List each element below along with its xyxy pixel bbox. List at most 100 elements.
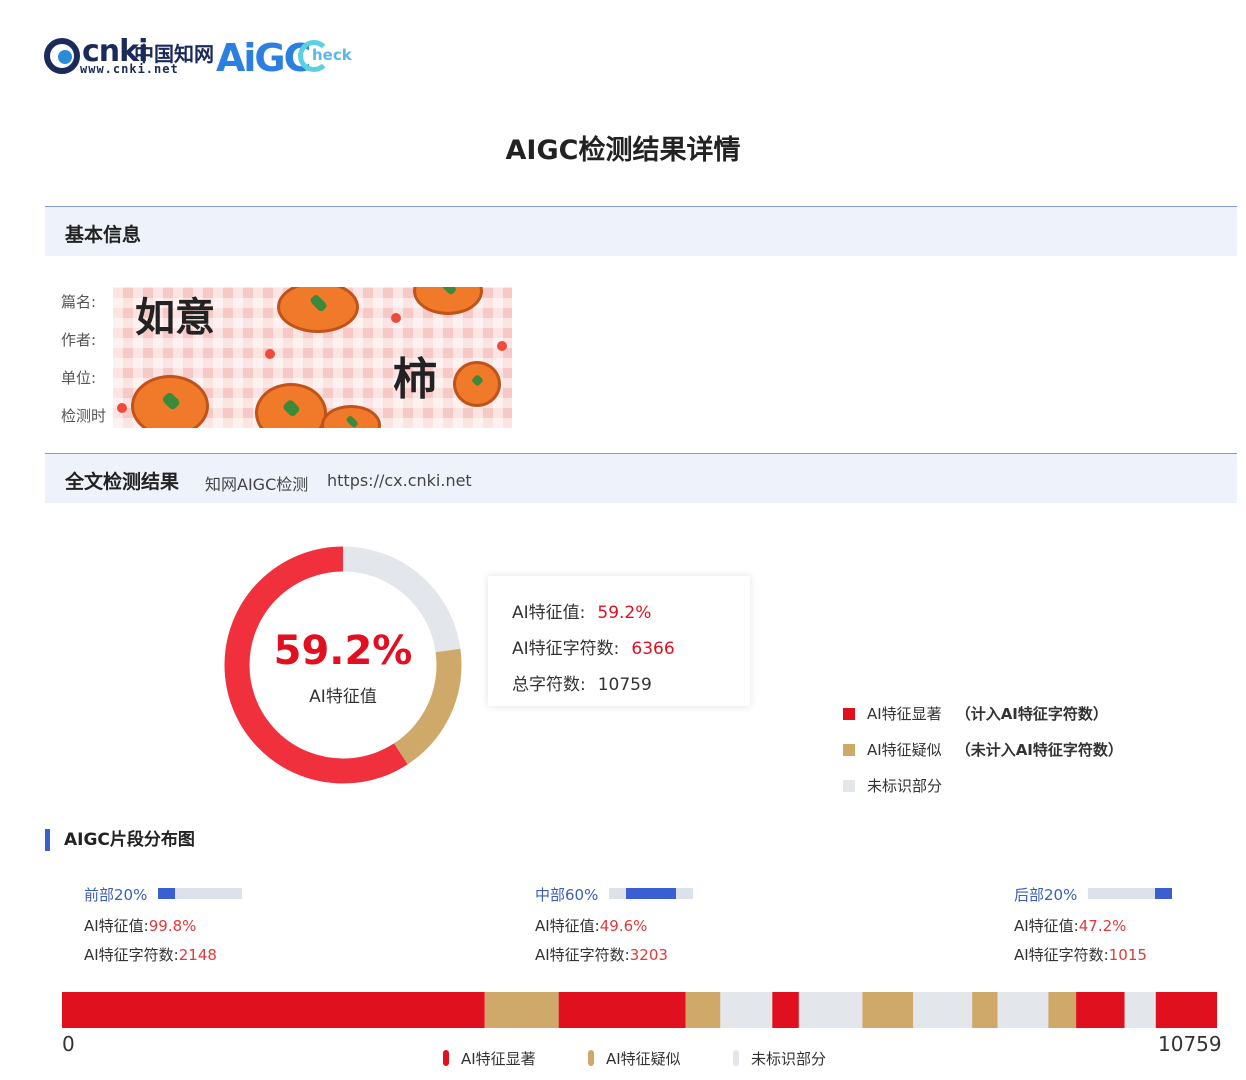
segment-position-fill: [158, 888, 175, 899]
strip-block-suspected: [862, 992, 914, 1028]
strip-block-significant: [558, 992, 686, 1028]
segment-ai-chars: 1015: [1108, 946, 1147, 964]
ai-value-row: AI特征值: 59.2%: [512, 598, 651, 623]
total-chars-row: 总字符数: 10759: [512, 670, 652, 695]
ai-value-label: AI特征值:: [512, 603, 586, 623]
cnki-url-text: www.cnki.net: [80, 62, 179, 76]
strip-block-suspected: [1048, 992, 1077, 1028]
persimmon-icon: [255, 383, 327, 428]
strip-block-suspected: [972, 992, 998, 1028]
legend-item-significant: AI特征显著 （计入AI特征字符数）: [843, 703, 1108, 724]
aigc-segment-strip: [62, 992, 1217, 1028]
ai-chars-row: AI特征字符数: 6366: [512, 634, 675, 659]
service-name: 知网AIGC检测: [205, 475, 309, 494]
segment-ai-value-label: AI特征值:: [535, 917, 600, 935]
cnki-globe-icon: [44, 38, 80, 74]
segment-name: 前部20%: [84, 886, 148, 904]
segment-name: 后部20%: [1014, 886, 1078, 904]
persimmon-icon: [277, 287, 359, 333]
segment-ai-value-row: AI特征值:47.2%: [1014, 915, 1126, 936]
summary-card: AI特征值: 59.2% AI特征字符数: 6366 总字符数: 10759: [488, 576, 750, 706]
segment-position-bar: [1088, 888, 1172, 899]
author-label: 作者:: [61, 331, 97, 349]
distribution-title: AIGC片段分布图: [45, 829, 195, 851]
legend-item-suspected: AI特征疑似 （未计入AI特征字符数）: [843, 739, 1123, 760]
aigc-logo-letters: AiGC: [216, 36, 312, 80]
strip-start-label: 0: [62, 1032, 75, 1056]
strip-legend-unmarked: 未标识部分: [733, 1048, 826, 1069]
segment-position-fill: [625, 888, 677, 899]
segment-ai-chars: 2148: [178, 946, 217, 964]
title-label: 篇名:: [61, 293, 97, 311]
persimmon-sticker-image: 如意 柿: [113, 287, 512, 428]
strip-legend-suspected: AI特征疑似: [588, 1048, 681, 1069]
legend-swatch-unmarked: [843, 780, 855, 792]
segment-ai-value-label: AI特征值:: [1014, 917, 1079, 935]
basic-info-section-bar: 基本信息: [45, 206, 1237, 256]
strip-end-label: 10759: [1158, 1032, 1222, 1056]
segment-ai-chars-label: AI特征字符数:: [535, 946, 630, 964]
strip-legend-label: AI特征疑似: [606, 1050, 681, 1068]
strip-legend-label: AI特征显著: [461, 1050, 536, 1068]
strip-legend-label: 未标识部分: [751, 1050, 827, 1068]
sticker-text-shi: 柿: [393, 354, 437, 405]
segment-ai-value: 49.6%: [599, 917, 648, 935]
sticker-dot: [117, 403, 127, 413]
segment-ai-chars-row: AI特征字符数:2148: [84, 944, 217, 965]
ai-chars-label: AI特征字符数:: [512, 639, 620, 659]
strip-block-suspected: [484, 992, 559, 1028]
strip-legend-mark-suspected: [588, 1050, 594, 1066]
total-chars-label: 总字符数:: [512, 675, 586, 695]
ai-chars-value: 6366: [631, 639, 675, 659]
segment-position-bar: [609, 888, 693, 899]
segment-ai-chars-row: AI特征字符数:1015: [1014, 944, 1147, 965]
strip-block-significant: [1076, 992, 1125, 1028]
strip-block-unmarked: [997, 992, 1049, 1028]
service-url-link[interactable]: https://cx.cnki.net: [327, 471, 472, 490]
strip-legend-mark-significant: [443, 1050, 449, 1066]
full-result-title: 全文检测结果: [65, 471, 180, 493]
strip-block-significant: [772, 992, 799, 1028]
segment-position-bar: [158, 888, 242, 899]
sticker-text-ruyi: 如意: [135, 294, 215, 341]
segment-ai-value-row: AI特征值:99.8%: [84, 915, 196, 936]
persimmon-icon: [413, 287, 483, 315]
check-time-label: 检测时: [61, 407, 107, 425]
donut-center-value: 59.2%: [273, 628, 413, 674]
ai-value: 59.2%: [597, 603, 652, 623]
segment-ai-value-row: AI特征值:49.6%: [535, 915, 647, 936]
legend-swatch-suspected: [843, 744, 855, 756]
segment-ai-chars-row: AI特征字符数:3203: [535, 944, 668, 965]
strip-legend-mark-unmarked: [733, 1050, 739, 1066]
strip-block-unmarked: [720, 992, 773, 1028]
segment-position-fill: [1155, 888, 1172, 899]
sticker-dot: [391, 313, 401, 323]
segment-name: 中部60%: [535, 886, 599, 904]
sticker-dot: [265, 349, 275, 359]
segment-ai-value: 47.2%: [1078, 917, 1127, 935]
segment-ai-chars-label: AI特征字符数:: [84, 946, 179, 964]
strip-block-significant: [62, 992, 485, 1028]
persimmon-icon: [453, 361, 501, 407]
legend-label: AI特征显著: [867, 705, 942, 723]
legend-label: AI特征疑似: [867, 741, 942, 759]
sticker-dot: [497, 341, 507, 351]
segment-ai-value: 99.8%: [148, 917, 197, 935]
segment-ai-chars: 3203: [629, 946, 668, 964]
aigc-logo-text: AiGC: [216, 36, 312, 80]
basic-info-title: 基本信息: [65, 224, 142, 246]
segment-ai-chars-label: AI特征字符数:: [1014, 946, 1109, 964]
unit-label: 单位:: [61, 369, 97, 387]
legend-item-unmarked: 未标识部分: [843, 775, 942, 796]
page-title: AIGC检测结果详情: [505, 135, 741, 166]
segment-ai-value-label: AI特征值:: [84, 917, 149, 935]
strip-block-unmarked: [798, 992, 863, 1028]
legend-label: 未标识部分: [867, 777, 943, 795]
persimmon-icon: [131, 375, 209, 428]
donut-center-label: AI特征值: [309, 687, 377, 707]
check-logo-text: heck: [312, 46, 352, 64]
total-chars-value: 10759: [597, 675, 652, 695]
persimmon-icon: [321, 405, 381, 428]
strip-legend-significant: AI特征显著: [443, 1048, 536, 1069]
legend-note: （计入AI特征字符数）: [955, 705, 1108, 723]
